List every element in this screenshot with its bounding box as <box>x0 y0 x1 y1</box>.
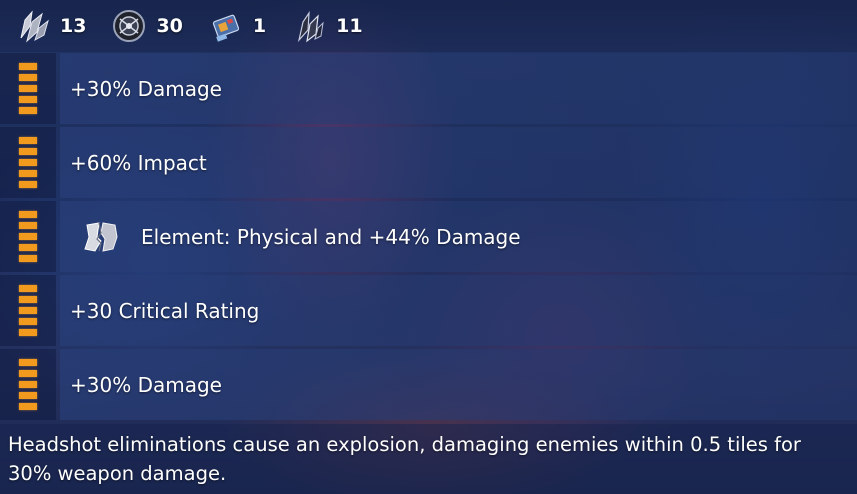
perk-row[interactable]: +30 Critical Rating <box>0 275 857 346</box>
perk-row[interactable]: +30% Damage <box>0 349 857 420</box>
perk-content[interactable]: +30% Damage <box>60 349 857 420</box>
resource-dark-crystal: 11 <box>290 7 363 45</box>
perk-content[interactable]: Element: Physical and +44% Damage <box>60 201 857 272</box>
weapon-part-count: 1 <box>252 15 267 37</box>
crystal-shard-icon <box>14 7 52 45</box>
dark-crystal-icon <box>290 7 328 45</box>
drag-handle[interactable] <box>0 201 56 272</box>
perk-label: +30% Damage <box>70 76 222 101</box>
perk-list: +30% Damage +60% Impact Element: Physica… <box>0 53 857 423</box>
perk-label: +60% Impact <box>70 150 207 175</box>
dark-core-count: 30 <box>156 15 183 37</box>
resource-crystal-shard: 13 <box>14 7 86 45</box>
dark-core-icon <box>110 7 148 45</box>
weapon-part-icon <box>207 7 245 45</box>
resource-dark-core: 30 <box>110 7 183 45</box>
perk-row[interactable]: +30% Damage <box>0 53 857 124</box>
drag-handle[interactable] <box>0 275 56 346</box>
drag-handle[interactable] <box>0 53 56 124</box>
resource-bar: 13 30 1 11 <box>0 0 857 52</box>
crystal-shard-count: 13 <box>60 15 87 37</box>
dark-crystal-count: 11 <box>336 15 363 37</box>
perk-label: +30% Damage <box>70 372 222 397</box>
drag-handle[interactable] <box>0 127 56 198</box>
physical-element-icon <box>80 216 122 258</box>
perk-row[interactable]: +60% Impact <box>0 127 857 198</box>
perk-label: Element: Physical and +44% Damage <box>141 224 521 249</box>
perk-content[interactable]: +60% Impact <box>60 127 857 198</box>
perk-content[interactable]: +30% Damage <box>60 53 857 124</box>
perk-content[interactable]: +30 Critical Rating <box>60 275 857 346</box>
perk-row[interactable]: Element: Physical and +44% Damage <box>0 201 857 272</box>
perk-description: Headshot eliminations cause an explosion… <box>0 424 857 494</box>
perk-label: +30 Critical Rating <box>70 298 260 323</box>
resource-weapon-part: 1 <box>207 7 266 45</box>
drag-handle[interactable] <box>0 349 56 420</box>
